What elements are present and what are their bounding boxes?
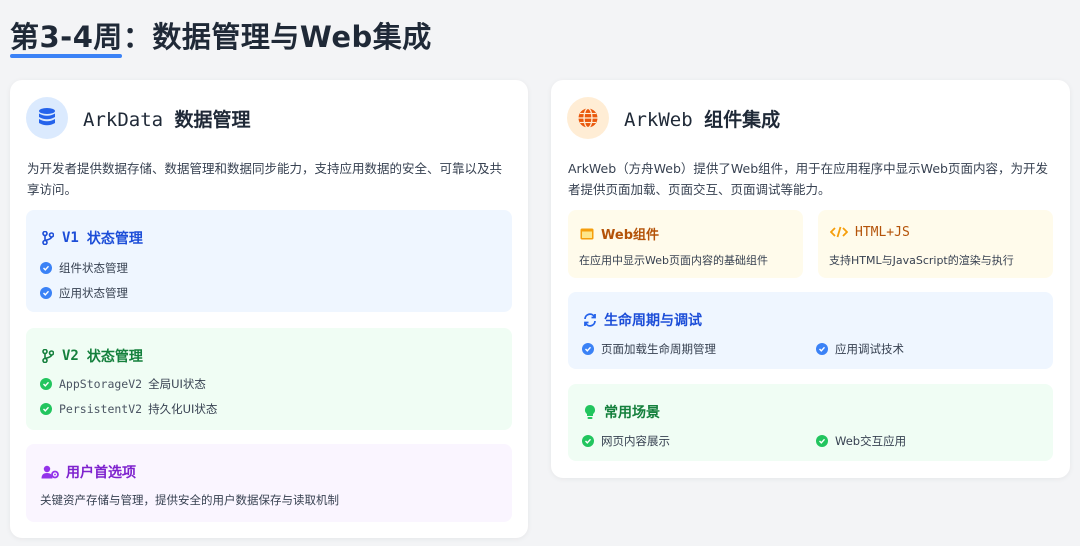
lifecycle-box: 生命周期与调试 页面加载生命周期管理 应用调试技术: [568, 292, 1053, 369]
user-prefs-box: 用户首选项 关键资产存储与管理，提供安全的用户数据保存与读取机制: [26, 444, 512, 522]
branch-icon: [40, 230, 56, 246]
arkweb-title: ArkWeb 组件集成: [624, 105, 780, 132]
lightbulb-icon: [582, 404, 598, 420]
v1-state-box: V1 状态管理 组件状态管理 应用状态管理: [26, 210, 512, 312]
user-prefs-heading: 用户首选项: [40, 462, 136, 482]
html-js-description: 支持HTML与JavaScript的渲染与执行: [829, 254, 1014, 267]
list-item: 应用调试技术: [816, 341, 904, 357]
check-icon: [40, 403, 52, 415]
v2-item-text: 持久化UI状态: [148, 402, 218, 416]
html-js-box: HTML+JS 支持HTML与JavaScript的渲染与执行: [818, 210, 1053, 278]
arkdata-title: ArkData 数据管理: [83, 105, 251, 132]
list-item: PersistentV2 持久化UI状态: [40, 401, 217, 417]
scenes-item-text: 网页内容展示: [601, 434, 670, 448]
refresh-icon: [582, 312, 598, 328]
list-item: AppStorageV2 全局UI状态: [40, 376, 206, 392]
database-icon: [26, 97, 68, 139]
page-title: 第3-4周：数据管理与Web集成: [10, 20, 432, 54]
arkdata-card: ArkData 数据管理 为开发者提供数据存储、数据管理和数据同步能力，支持应用…: [10, 80, 528, 538]
v1-title: 状态管理: [86, 231, 143, 247]
code-icon: [829, 224, 849, 240]
check-icon: [40, 378, 52, 390]
scenes-title: 常用场景: [604, 405, 660, 421]
check-icon: [816, 435, 828, 447]
scenes-heading: 常用场景: [582, 402, 660, 422]
list-item: 页面加载生命周期管理: [582, 341, 716, 357]
lifecycle-item-text: 应用调试技术: [835, 342, 904, 356]
v1-state-heading: V1 状态管理: [40, 228, 143, 248]
list-item: 组件状态管理: [40, 260, 128, 276]
v2-title: 状态管理: [86, 349, 143, 365]
v2-item-code: AppStorageV2: [59, 377, 143, 391]
web-component-title: Web组件: [601, 228, 659, 243]
globe-icon: [567, 97, 609, 139]
check-icon: [40, 287, 52, 299]
list-item: Web交互应用: [816, 433, 906, 449]
lifecycle-heading: 生命周期与调试: [582, 310, 702, 330]
user-prefs-title: 用户首选项: [66, 465, 136, 481]
arkdata-title-cn: 数据管理: [174, 108, 251, 131]
arkweb-description: ArkWeb（方舟Web）提供了Web组件，用于在应用程序中显示Web页面内容，…: [568, 161, 1048, 197]
web-component-box: Web组件 在应用中显示Web页面内容的基础组件: [568, 210, 803, 278]
html-js-title: HTML+JS: [855, 224, 910, 240]
v2-state-box: V2 状态管理 AppStorageV2 全局UI状态 PersistentV2…: [26, 328, 512, 430]
check-icon: [582, 343, 594, 355]
check-icon: [582, 435, 594, 447]
list-item: 应用状态管理: [40, 285, 128, 301]
arkweb-header: ArkWeb 组件集成: [567, 96, 780, 140]
web-component-heading: Web组件: [579, 224, 659, 243]
html-js-heading: HTML+JS: [829, 224, 910, 240]
v1-item-text: 应用状态管理: [59, 286, 128, 300]
lifecycle-item-text: 页面加载生命周期管理: [601, 342, 716, 356]
v1-item-text: 组件状态管理: [59, 261, 128, 275]
v1-label: V1: [62, 230, 79, 246]
lifecycle-title: 生命周期与调试: [604, 313, 702, 329]
v2-label: V2: [62, 348, 79, 364]
arkweb-title-en: ArkWeb: [624, 108, 693, 131]
web-component-description: 在应用中显示Web页面内容的基础组件: [579, 254, 768, 267]
arkdata-description: 为开发者提供数据存储、数据管理和数据同步能力，支持应用数据的安全、可靠以及共享访…: [27, 161, 503, 197]
user-settings-icon: [40, 464, 60, 480]
arkdata-header: ArkData 数据管理: [26, 96, 251, 140]
v2-item-text: 全局UI状态: [148, 377, 206, 391]
arkweb-card: ArkWeb 组件集成 ArkWeb（方舟Web）提供了Web组件，用于在应用程…: [551, 80, 1070, 478]
title-underline: [10, 54, 122, 58]
scenes-item-text: Web交互应用: [835, 434, 907, 448]
window-icon: [579, 226, 595, 242]
v2-item-code: PersistentV2: [59, 402, 143, 416]
list-item: 网页内容展示: [582, 433, 670, 449]
check-icon: [40, 262, 52, 274]
v2-state-heading: V2 状态管理: [40, 346, 143, 366]
branch-icon: [40, 348, 56, 364]
user-prefs-description: 关键资产存储与管理，提供安全的用户数据保存与读取机制: [40, 493, 339, 507]
arkdata-title-en: ArkData: [83, 108, 164, 131]
check-icon: [816, 343, 828, 355]
arkweb-title-cn: 组件集成: [704, 108, 781, 131]
scenes-box: 常用场景 网页内容展示 Web交互应用: [568, 384, 1053, 461]
